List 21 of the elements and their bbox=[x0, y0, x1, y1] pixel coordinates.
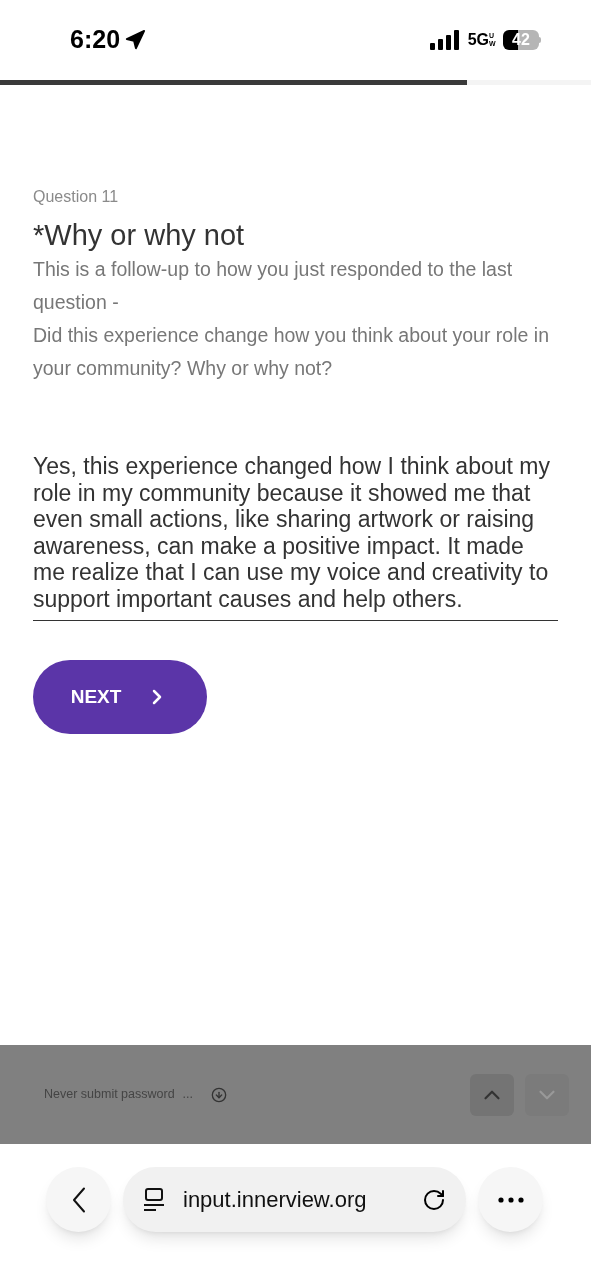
url-text: input.innerview.org bbox=[183, 1186, 368, 1214]
ellipsis-icon bbox=[497, 1196, 524, 1203]
network-label: 5G bbox=[467, 30, 489, 50]
question-description: Did this experience change how you think about your role in your community? Why or why not? bbox=[33, 323, 550, 381]
status-time: 6:20 bbox=[70, 24, 121, 56]
answer-field[interactable]: Yes, this experience changed how I think about my role in my community because it showed me that even small actions, like sharing artwork or raising awareness, can make a positive impact. It made me realize that I can use my voice and creativity to support important causes and help others. bbox=[33, 453, 558, 621]
question-description: This is a follow-up to how you just responded to the last question - bbox=[33, 257, 514, 315]
back-button[interactable] bbox=[46, 1167, 111, 1232]
reload-icon[interactable] bbox=[422, 1187, 446, 1212]
password-notice: Never submit password bbox=[44, 1086, 175, 1104]
signal-icon bbox=[429, 30, 460, 50]
question-title: *Why or why not bbox=[33, 218, 246, 253]
download-icon[interactable] bbox=[211, 1086, 228, 1103]
location-arrow-icon bbox=[124, 29, 147, 51]
previous-field-button[interactable] bbox=[470, 1073, 514, 1116]
next-button[interactable]: NEXT bbox=[33, 660, 207, 734]
page-menu-icon[interactable] bbox=[143, 1187, 165, 1212]
more-options-button[interactable] bbox=[478, 1167, 543, 1232]
address-bar[interactable]: input.innerview.org bbox=[123, 1167, 466, 1232]
question-number: Question 11 bbox=[33, 187, 120, 207]
chevron-left-icon bbox=[71, 1186, 86, 1213]
